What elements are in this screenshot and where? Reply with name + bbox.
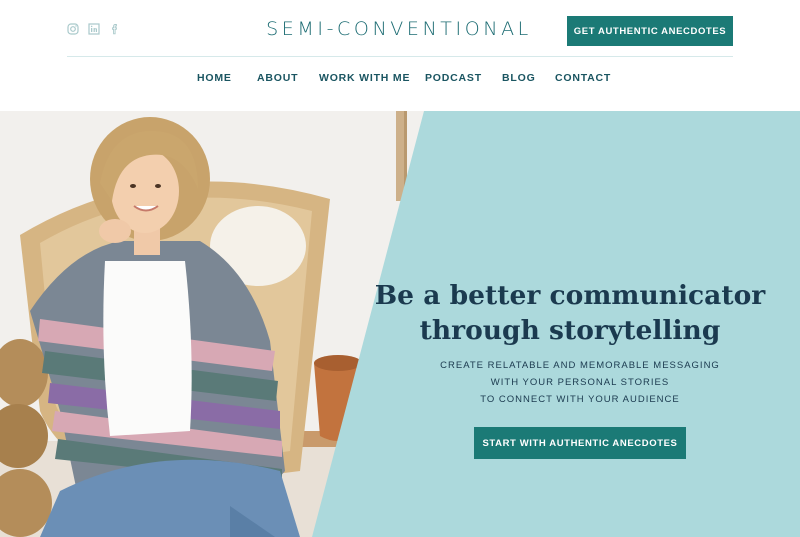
instagram-icon[interactable] xyxy=(67,23,79,35)
facebook-icon[interactable] xyxy=(109,23,121,35)
nav-item-work-with-me[interactable]: WORK WITH ME xyxy=(319,72,410,84)
header-divider xyxy=(67,56,733,57)
hero-subtext-line-1: CREATE RELATABLE AND MEMORABLE MESSAGING xyxy=(440,360,720,371)
linkedin-icon[interactable] xyxy=(88,23,100,35)
get-authentic-anecdotes-button[interactable]: GET AUTHENTIC ANECDOTES xyxy=(567,16,733,46)
hero-subtext-line-3: TO CONNECT WITH YOUR AUDIENCE xyxy=(480,394,680,405)
social-links xyxy=(67,23,121,35)
nav-item-blog[interactable]: BLOG xyxy=(502,72,536,84)
hero-headline-line-1: Be a better communicator xyxy=(374,280,766,311)
hero-section: Be a better communicator through storyte… xyxy=(0,111,800,537)
site-logo[interactable]: SEMI-CONVENTIONAL xyxy=(248,18,550,40)
hero-subtext: CREATE RELATABLE AND MEMORABLE MESSAGING… xyxy=(390,357,770,408)
hero-headline-line-2: through storytelling xyxy=(419,315,721,346)
start-with-authentic-anecdotes-button[interactable]: START WITH AUTHENTIC ANECDOTES xyxy=(474,427,686,459)
site-header: SEMI-CONVENTIONAL GET AUTHENTIC ANECDOTE… xyxy=(0,0,800,111)
nav-item-home[interactable]: HOME xyxy=(197,72,232,84)
hero-headline: Be a better communicator through storyte… xyxy=(340,278,800,348)
nav-item-contact[interactable]: CONTACT xyxy=(555,72,611,84)
hero-subtext-line-2: WITH YOUR PERSONAL STORIES xyxy=(490,377,670,388)
nav-item-about[interactable]: ABOUT xyxy=(257,72,298,84)
main-nav: HOME ABOUT WORK WITH ME PODCAST BLOG CON… xyxy=(0,72,800,88)
nav-item-podcast[interactable]: PODCAST xyxy=(425,72,482,84)
